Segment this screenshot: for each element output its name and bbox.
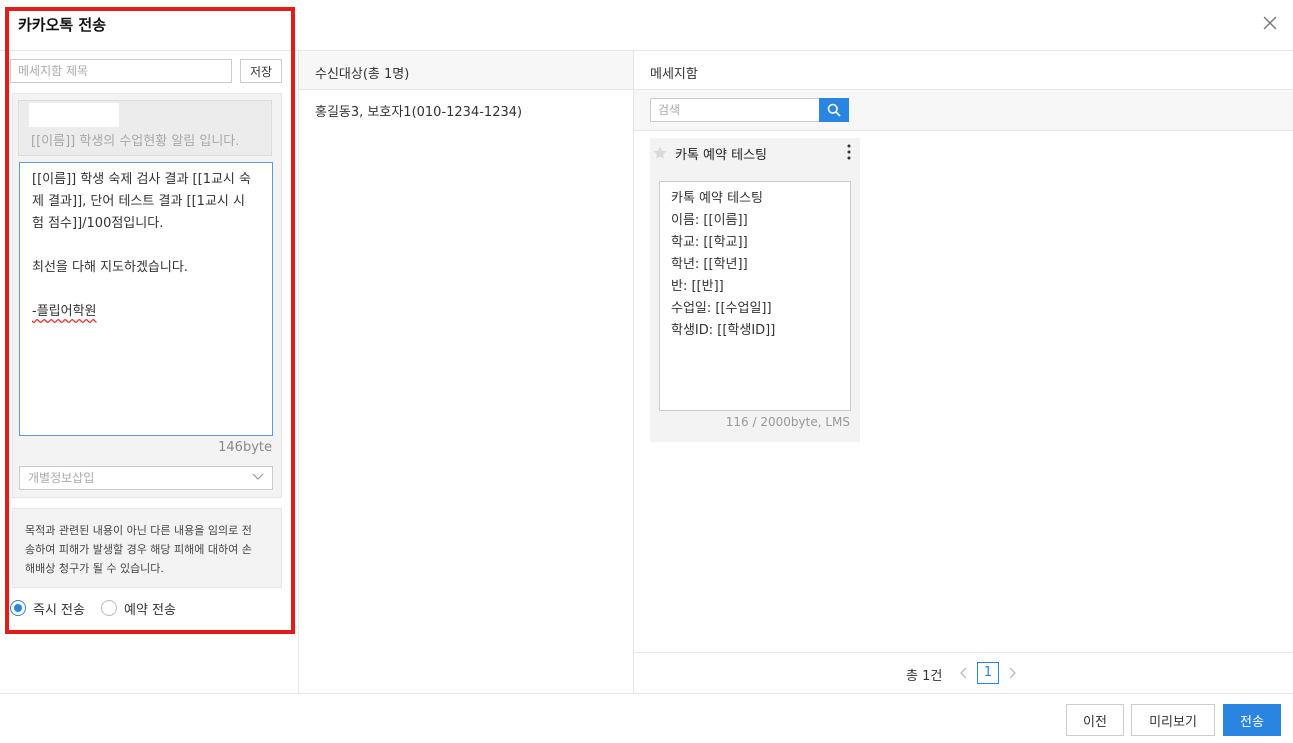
- panel-divider: [298, 51, 299, 694]
- template-body: 카톡 예약 테스팅 이름: [[이름]] 학교: [[학교]] 학년: [[학년…: [659, 181, 851, 411]
- body-line: 제 결과]], 단어 테스트 결과 [[1교시 시: [32, 194, 245, 209]
- kakaotalk-send-dialog: 카카오톡 전송 저장 [[이름]] 학생의 수업현황 알림 입니다. [[이름]…: [0, 0, 1293, 743]
- body-line: 험 점수]]/100점입니다.: [32, 216, 164, 231]
- previous-button[interactable]: 이전: [1066, 704, 1124, 736]
- body-line: 최선을 다해 지도하겠습니다.: [32, 260, 188, 275]
- template-line: 수업일: [[수업일]]: [671, 301, 772, 316]
- search-icon: [827, 103, 841, 117]
- template-line: 이름: [[이름]]: [671, 213, 748, 228]
- message-box-header: 메세지함: [634, 51, 1293, 90]
- body-line: [32, 279, 260, 301]
- search-input[interactable]: [650, 98, 820, 122]
- chevron-left-icon[interactable]: [958, 666, 970, 680]
- message-box-header-label: 메세지함: [650, 67, 698, 82]
- notice-line: 송하여 피해가 발생할 경우 해당 피해에 대하여 손: [25, 543, 252, 556]
- insert-select-value: 개별정보삽입: [28, 471, 95, 485]
- panel-divider: [633, 51, 634, 694]
- radio-scheduled-label: 예약 전송: [123, 602, 176, 618]
- save-button[interactable]: 저장: [240, 59, 282, 83]
- template-line: 학생ID: [[학생ID]]: [671, 323, 776, 338]
- radio-immediate-send[interactable]: [10, 600, 26, 616]
- preview-button[interactable]: 미리보기: [1131, 704, 1215, 736]
- recipient-item[interactable]: 홍길동3, 보호자1(010-1234-1234): [315, 101, 522, 120]
- message-body-textarea[interactable]: [[이름]] 학생 숙제 검사 결과 [[1교시 숙 제 결과]], 단어 테스…: [19, 162, 273, 436]
- search-button[interactable]: [819, 98, 849, 122]
- legal-notice: 목적과 관련된 내용이 아닌 다른 내용을 임의로 전 송하여 피해가 발생할 …: [12, 508, 282, 588]
- template-byte-count: 116 / 2000byte, LMS: [725, 415, 850, 429]
- body-line: [[이름]] 학생 숙제 검사 결과 [[1교시 숙: [32, 172, 251, 187]
- message-preview-card: [[이름]] 학생의 수업현황 알림 입니다.: [18, 100, 272, 156]
- send-mode-group: 즉시 전송 예약 전송: [10, 598, 192, 618]
- body-line-signature: -플립어학원: [32, 304, 97, 319]
- subject-input[interactable]: [10, 59, 232, 83]
- template-line: 카톡 예약 테스팅: [671, 191, 763, 206]
- template-title: 카톡 예약 테스팅: [675, 148, 767, 163]
- personal-info-insert-select[interactable]: 개별정보삽입: [19, 466, 273, 490]
- byte-count: 146byte: [218, 440, 272, 455]
- more-options-icon[interactable]: [842, 142, 856, 162]
- recipients-header-label: 수신대상(총 1명): [315, 67, 410, 82]
- send-button[interactable]: 전송: [1223, 704, 1281, 736]
- chevron-down-icon: [252, 473, 264, 480]
- star-icon[interactable]: [652, 145, 668, 161]
- total-count: 총 1건: [906, 669, 943, 684]
- dialog-title: 카카오톡 전송: [18, 16, 107, 34]
- radio-immediate-label: 즉시 전송: [33, 602, 85, 618]
- chevron-right-icon[interactable]: [1006, 666, 1018, 680]
- page-number-current[interactable]: 1: [977, 662, 999, 684]
- preview-text: [[이름]] 학생의 수업현황 알림 입니다.: [31, 134, 240, 149]
- pagination-divider: [634, 652, 1293, 653]
- radio-scheduled-send[interactable]: [100, 600, 117, 616]
- close-icon[interactable]: [1261, 14, 1279, 32]
- recipients-header: 수신대상(총 1명): [299, 51, 633, 90]
- body-line: [32, 235, 260, 257]
- notice-line: 해배상 청구가 될 수 있습니다.: [25, 562, 164, 575]
- template-line: 학년: [[학년]]: [671, 257, 748, 272]
- template-line: 학교: [[학교]]: [671, 235, 748, 250]
- preview-header-block: [29, 103, 119, 127]
- notice-line: 목적과 관련된 내용이 아닌 다른 내용을 임의로 전: [25, 524, 252, 537]
- footer-divider: [0, 693, 1293, 694]
- template-line: 반: [[반]]: [671, 279, 724, 294]
